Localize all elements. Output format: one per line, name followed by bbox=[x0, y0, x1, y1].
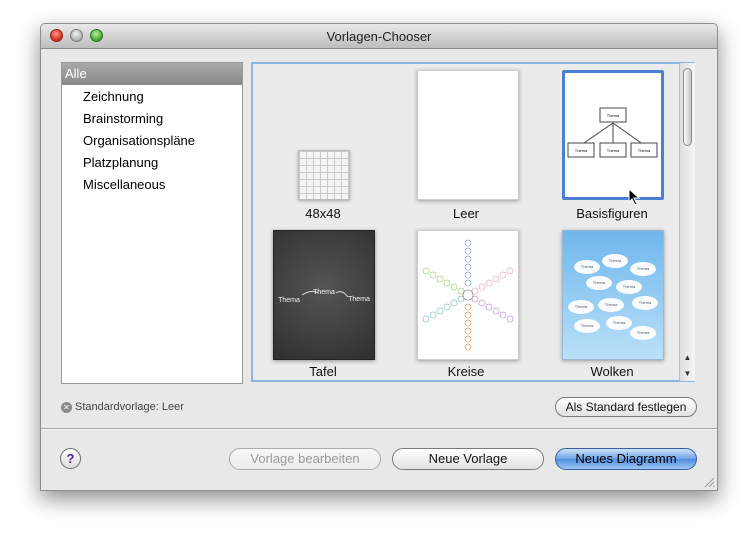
chalkboard-thumbnail: Thema Thema Thema bbox=[273, 230, 375, 360]
set-default-button[interactable]: Als Standard festlegen bbox=[555, 397, 697, 417]
circles-radial-graphic bbox=[422, 239, 514, 351]
template-basisfiguren[interactable]: Thema Thema Thema Thema Basisfiguren bbox=[542, 64, 682, 224]
template-label: Kreise bbox=[447, 364, 485, 379]
node-text: Thema bbox=[348, 296, 370, 303]
scrollbar-thumb[interactable] bbox=[683, 68, 692, 146]
template-label: Basisfiguren bbox=[576, 206, 648, 221]
node-text: Thema bbox=[313, 289, 335, 296]
node-text: Thema bbox=[638, 148, 651, 153]
template-kreise[interactable]: Kreise bbox=[396, 224, 536, 384]
new-template-button[interactable]: Neue Vorlage bbox=[392, 448, 544, 470]
node-text: Thema bbox=[613, 320, 626, 325]
category-item-organisationsplaene[interactable]: Organisationspläne bbox=[83, 132, 195, 150]
template-tafel[interactable]: Thema Thema Thema Tafel bbox=[253, 224, 393, 384]
category-item-zeichnung[interactable]: Zeichnung bbox=[83, 88, 144, 106]
category-item-alle[interactable]: Alle bbox=[62, 63, 242, 85]
new-diagram-button[interactable]: Neues Diagramm bbox=[555, 448, 697, 470]
template-leer[interactable]: Leer bbox=[396, 64, 536, 224]
template-label: Tafel bbox=[309, 364, 337, 379]
node-text: Thema bbox=[581, 264, 594, 269]
category-item-miscellaneous[interactable]: Miscellaneous bbox=[83, 176, 165, 194]
category-list: Alle Zeichnung Brainstorming Organisatio… bbox=[61, 62, 243, 384]
default-template-status: ✕ Standardvorlage: Leer bbox=[61, 400, 184, 414]
node-text: Thema bbox=[278, 297, 300, 304]
shapes-tree-graphic: Thema Thema Thema Thema bbox=[567, 107, 658, 158]
clouds-thumbnail: Thema Thema Thema Thema Thema Thema Them… bbox=[562, 230, 664, 360]
window-title: Vorlagen-Chooser bbox=[326, 29, 432, 44]
clouds-graphic: Thema Thema Thema Thema Thema Thema Them… bbox=[568, 254, 658, 340]
node-text: Thema bbox=[639, 300, 652, 305]
category-item-brainstorming[interactable]: Brainstorming bbox=[83, 110, 163, 128]
template-label: 48x48 bbox=[305, 206, 341, 221]
node-text: Thema bbox=[581, 323, 594, 328]
title-bar[interactable]: Vorlagen-Chooser bbox=[41, 24, 717, 49]
scroll-down-arrow[interactable]: ▼ bbox=[680, 366, 695, 381]
template-wolken[interactable]: Thema Thema Thema Thema Thema Thema Them… bbox=[542, 224, 682, 384]
clear-icon[interactable]: ✕ bbox=[61, 401, 72, 413]
node-text: Thema bbox=[607, 148, 620, 153]
template-label: Wolken bbox=[590, 364, 634, 379]
node-text: Thema bbox=[593, 280, 606, 285]
node-text: Thema bbox=[575, 304, 588, 309]
node-text: Thema bbox=[605, 302, 618, 307]
chalk-mindmap-graphic: Thema Thema Thema bbox=[278, 289, 370, 304]
edit-template-button[interactable]: Vorlage bearbeiten bbox=[229, 448, 381, 470]
node-text: Thema bbox=[637, 266, 650, 271]
default-template-label: Standardvorlage: Leer bbox=[75, 401, 184, 413]
category-item-platzplanung[interactable]: Platzplanung bbox=[83, 154, 158, 172]
basic-shapes-thumbnail: Thema Thema Thema Thema bbox=[562, 70, 664, 200]
template-label: Leer bbox=[452, 206, 480, 221]
node-text: Thema bbox=[623, 284, 636, 289]
grid-thumbnail bbox=[298, 150, 350, 200]
template-48x48[interactable]: 48x48 bbox=[253, 64, 393, 224]
node-text: Thema bbox=[607, 113, 620, 118]
footer-divider bbox=[41, 428, 717, 430]
scroll-up-arrow[interactable]: ▲ bbox=[680, 350, 695, 365]
mouse-cursor bbox=[628, 188, 641, 206]
node-text: Thema bbox=[609, 258, 622, 263]
circles-thumbnail bbox=[417, 230, 519, 360]
template-chooser-window: Vorlagen-Chooser Alle Zeichnung Brainsto… bbox=[40, 23, 718, 491]
template-grid: 48x48 Leer Thema Thema Thema Thema Basis… bbox=[251, 62, 695, 382]
node-text: Thema bbox=[637, 330, 650, 335]
resize-grip[interactable] bbox=[704, 477, 715, 488]
template-grid-scrollbar[interactable]: ▲ ▼ bbox=[679, 63, 695, 381]
help-icon[interactable]: ? bbox=[60, 448, 81, 469]
blank-thumbnail bbox=[417, 70, 519, 200]
node-text: Thema bbox=[575, 148, 588, 153]
